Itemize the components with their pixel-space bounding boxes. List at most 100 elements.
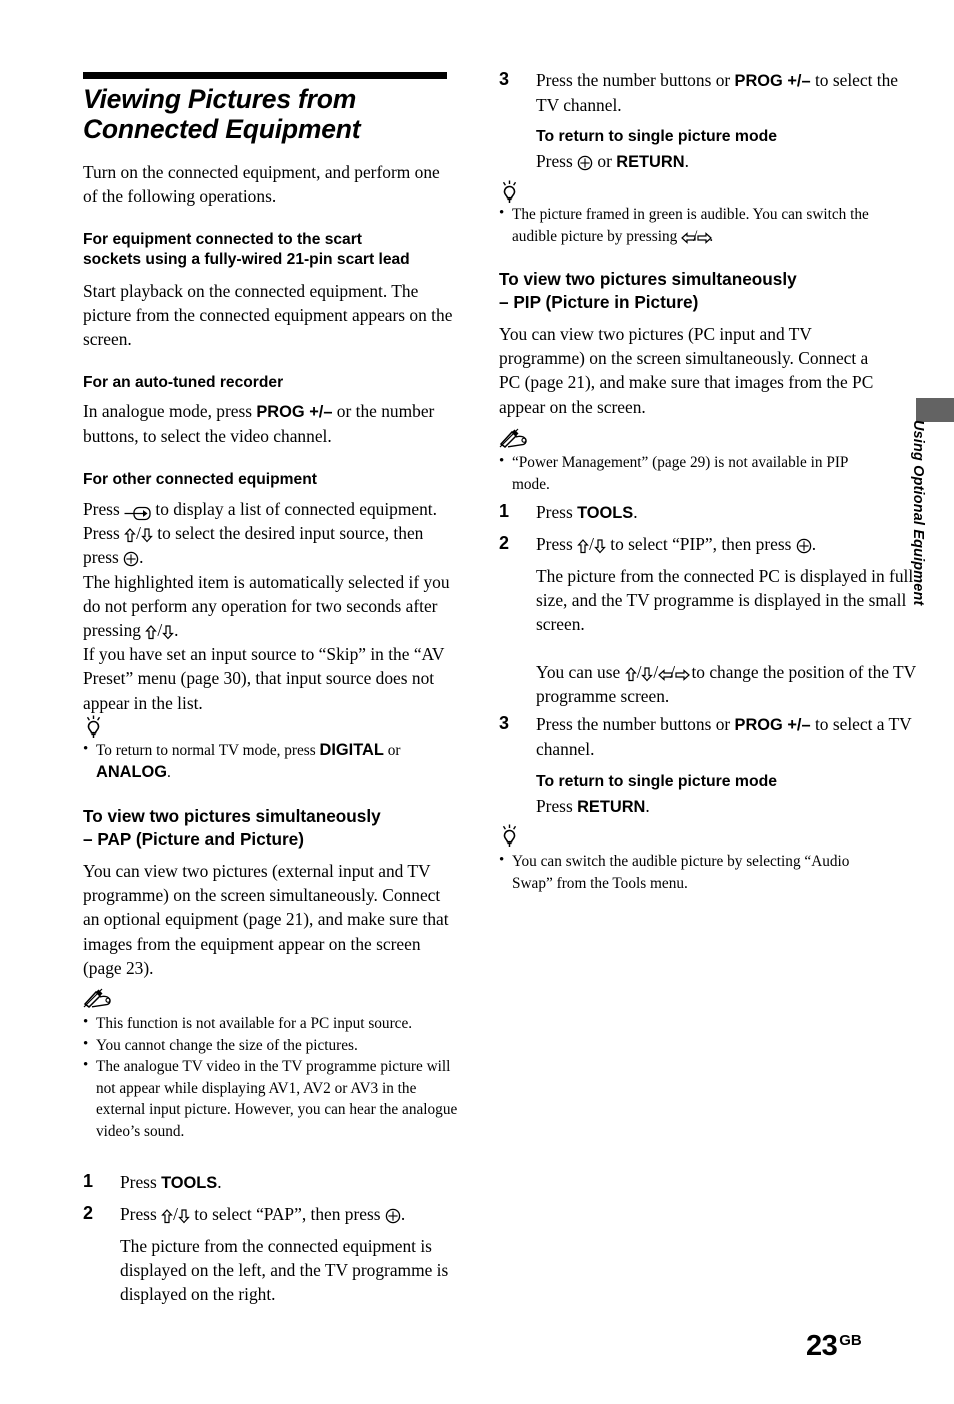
arrow-up-icon: [145, 620, 158, 640]
step-number: 2: [499, 533, 510, 553]
heading-other-equipment: For other connected equipment: [83, 471, 317, 488]
pap-return-heading: To return to single picture mode: [536, 128, 778, 145]
step-number: 3: [499, 69, 510, 89]
tip-list-digital-analog: To return to normal TV mode, press DIGIT…: [83, 739, 453, 783]
pip-step2-a: Press: [536, 534, 578, 554]
pap-step1-post: .: [217, 1172, 222, 1192]
arrow-right-icon: [697, 228, 713, 244]
arrow-up-icon: [624, 662, 637, 682]
tip-list-audio-swap: You can switch the audible picture by se…: [499, 850, 881, 894]
tools-key-label: TOOLS: [161, 1174, 218, 1192]
pip-step2-body2-a: You can use: [536, 662, 625, 682]
pap-step3-pre: Press the number buttons or: [536, 70, 735, 90]
pap-step-2-body: The picture from the connected equipment…: [120, 1236, 449, 1305]
pap-note-list: This function is not available for a PC …: [83, 1012, 458, 1142]
tip1-a: To return to normal TV mode, press: [96, 742, 320, 759]
pap-step-1: 1 Press TOOLS.: [83, 1170, 495, 1195]
manual-page: Viewing Pictures from Connected Equipmen…: [0, 0, 954, 1404]
ok-circle-icon: [123, 547, 139, 567]
pip-step-2: 2 Press / to select “PIP”, then press .: [499, 533, 817, 554]
heading-pip-line2: – PIP (Picture in Picture): [499, 291, 699, 312]
pap-return-body: Press or RETURN.: [499, 149, 918, 174]
pap-return-post: .: [684, 151, 689, 171]
pip-return-heading: To return to single picture mode: [536, 773, 778, 790]
list-item: The picture framed in green is audible. …: [499, 203, 881, 247]
heading-pap: To view two pictures simultaneously – PA…: [83, 805, 458, 850]
chapter-tab-marker: [916, 398, 954, 422]
step-number: 3: [499, 713, 510, 733]
list-item: This function is not available for a PC …: [83, 1012, 458, 1035]
pip-return-body: Press RETURN.: [499, 794, 918, 819]
pip-step2-b: to select “PIP”, then press: [605, 534, 796, 554]
pip-return-post: .: [645, 796, 650, 816]
arrow-left-icon: [681, 228, 696, 244]
input-select-icon: [124, 500, 151, 521]
arrow-down-icon: [594, 534, 606, 554]
pap-step2-c: .: [400, 1204, 406, 1224]
heading-pap-line2: – PAP (Picture and Picture): [83, 828, 304, 849]
list-item: You cannot change the size of the pictur…: [83, 1034, 458, 1057]
arrow-down-icon: [641, 662, 654, 682]
return-key-label: RETURN: [616, 153, 685, 171]
section-rule: [83, 72, 447, 79]
arrow-up-icon: [161, 1204, 173, 1224]
list-item: “Power Management” (page 29) is not avai…: [499, 451, 881, 495]
page-number: 23 GB: [806, 1330, 862, 1363]
arrow-up-icon: [124, 523, 136, 543]
list-item: To return to normal TV mode, press DIGIT…: [83, 739, 453, 783]
tip1-c: .: [167, 763, 171, 781]
pip-step1-pre: Press: [536, 502, 578, 522]
list-item: You can switch the audible picture by se…: [499, 850, 881, 894]
heading-pip-line1: To view two pictures simultaneously: [499, 269, 797, 289]
tip1-b: or: [383, 742, 401, 759]
page-title: Viewing Pictures from Connected Equipmen…: [83, 84, 458, 144]
note-pencil-icon: [83, 988, 113, 1008]
return-key-label: RETURN: [577, 798, 646, 816]
digital-key-label: DIGITAL: [319, 741, 384, 759]
arrow-right-icon: [675, 662, 691, 681]
oe-p2-b: .: [174, 620, 179, 641]
pap-step1-pre: Press: [120, 1172, 162, 1192]
pip-step-1: 1 Press TOOLS.: [499, 500, 918, 525]
pap-step-2: 2 Press / to select “PAP”, then press .: [83, 1203, 406, 1224]
pip-step-2-body-2: You can use / / / to change the position o…: [536, 662, 916, 707]
step-number: 1: [499, 501, 510, 521]
prog-key-label: PROG +/–: [734, 72, 811, 90]
oe-p3: If you have set an input source to “Skip…: [83, 644, 445, 713]
tip-bulb-icon: [83, 715, 104, 739]
pip-step-3: 3 Press the number buttons or PROG +/– t…: [499, 712, 918, 761]
pap-return-pre: Press: [536, 151, 578, 171]
pip-step1-post: .: [633, 502, 638, 522]
heading-scart: For equipment connected to the scart soc…: [83, 230, 458, 270]
chapter-tab-label: Using Optional Equipment: [910, 420, 926, 606]
arrow-down-icon: [141, 523, 153, 543]
auto-tuned-body: In analogue mode, press PROG +/– or the …: [83, 399, 453, 448]
tip-bulb-icon: [499, 180, 520, 204]
step-number: 1: [83, 1171, 94, 1191]
note-pencil-icon: [499, 428, 529, 448]
pip-step-2-body-1: The picture from the connected PC is dis…: [536, 566, 914, 635]
tip-bulb-icon: [499, 824, 520, 848]
intro-paragraph: Turn on the connected equipment, and per…: [83, 162, 440, 207]
heading-scart-line2: sockets using a fully-wired 21-pin scart…: [83, 251, 410, 268]
other-equipment-body: Press to display a list of connected equ…: [83, 499, 450, 713]
pap-step2-b: to select “PAP”, then press: [189, 1204, 385, 1224]
heading-auto-tuned: For an auto-tuned recorder: [83, 374, 284, 391]
pip-note-list: “Power Management” (page 29) is not avai…: [499, 451, 881, 495]
pip-step2-c: .: [811, 534, 817, 554]
prog-key-label: PROG +/–: [256, 403, 333, 421]
pap-return-mid: or: [593, 151, 617, 171]
ok-circle-icon: [577, 151, 593, 171]
pip-step3-pre: Press the number buttons or: [536, 714, 735, 734]
list-item: The analogue TV video in the TV programm…: [83, 1055, 458, 1142]
heading-scart-line1: For equipment connected to the scart: [83, 231, 362, 248]
analog-key-label: ANALOG: [96, 762, 168, 781]
prog-key-label: PROG +/–: [734, 716, 811, 734]
tip-list-green-frame: The picture framed in green is audible. …: [499, 203, 881, 247]
oe-p1-d: .: [139, 547, 144, 568]
pip-body: You can view two pictures (PC input and …: [499, 324, 874, 417]
tools-key-label: TOOLS: [577, 504, 634, 522]
heading-pip: To view two pictures simultaneously – PI…: [499, 268, 881, 313]
pap-step2-a: Press: [120, 1204, 162, 1224]
page-number-value: 23: [806, 1330, 838, 1362]
